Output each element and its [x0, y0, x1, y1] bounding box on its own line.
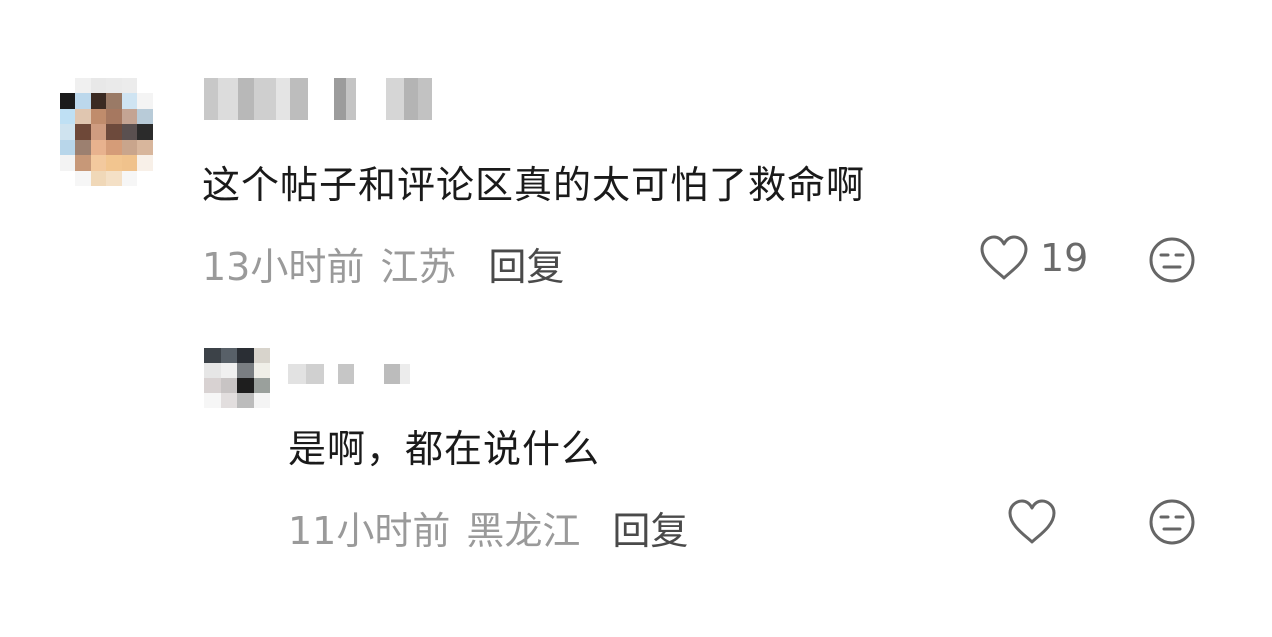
reply-comment-text: 是啊，都在说什么 — [288, 427, 601, 471]
heart-outline-icon — [1008, 499, 1056, 544]
comment-time: 11小时前 — [288, 509, 451, 553]
comment-location: 黑龙江 — [466, 509, 581, 553]
comment-text: 这个帖子和评论区真的太可怕了救命啊 — [202, 163, 866, 207]
heart-outline-icon — [980, 235, 1028, 280]
like-button[interactable]: 19 — [978, 234, 1088, 282]
dislike-button[interactable] — [1148, 236, 1196, 284]
neutral-face-icon — [1149, 499, 1195, 545]
reply-button[interactable]: 回复 — [488, 236, 564, 291]
dislike-button[interactable] — [1148, 498, 1196, 546]
commenter-avatar[interactable] — [60, 78, 168, 186]
commenter-username-redacted[interactable] — [204, 78, 444, 120]
reply-comment-meta: 11小时前 黑龙江 回复 — [288, 500, 688, 555]
reply-commenter-username-redacted[interactable] — [288, 364, 428, 384]
comment-time: 13小时前 — [202, 245, 365, 289]
comment-meta: 13小时前 江苏 回复 — [202, 236, 564, 291]
neutral-face-icon — [1149, 237, 1195, 283]
like-button[interactable] — [1006, 498, 1058, 546]
reply-commenter-avatar[interactable] — [204, 348, 270, 408]
comment-location: 江苏 — [380, 245, 457, 289]
reply-button[interactable]: 回复 — [612, 500, 688, 555]
like-count: 19 — [1040, 236, 1089, 280]
